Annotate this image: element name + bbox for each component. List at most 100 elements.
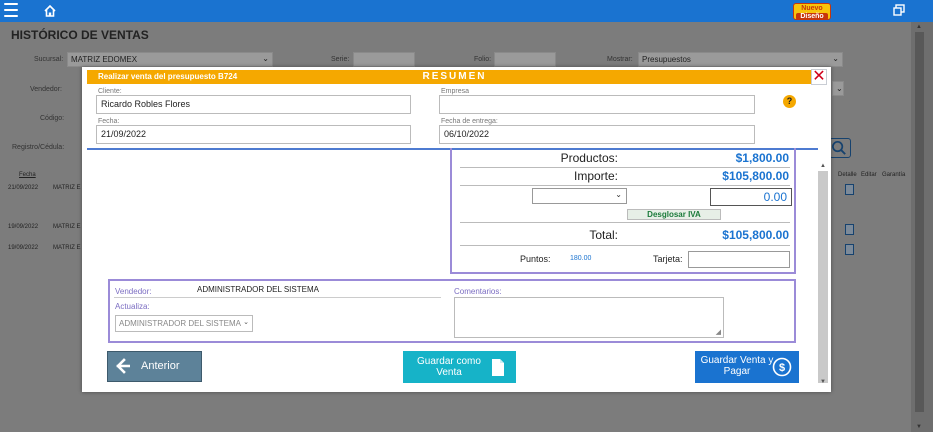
comentarios-label: Comentarios:	[454, 287, 502, 296]
arrow-left-icon	[116, 358, 130, 374]
empresa-label: Empresa	[441, 88, 470, 95]
column-header-garantia: Garantía	[882, 172, 906, 178]
productos-value: $1,800.00	[735, 151, 789, 165]
tarjeta-label: Tarjeta:	[653, 254, 683, 264]
column-header-editar: Editar	[861, 172, 877, 178]
divider	[460, 245, 790, 246]
chevron-down-icon: ⌄	[836, 84, 843, 93]
totals-panel: Productos: $1,800.00 Importe: $105,800.0…	[450, 148, 796, 274]
scrollbar-thumb[interactable]	[915, 32, 924, 412]
modal-header: RESUMEN Realizar venta del presupuesto B…	[87, 70, 822, 84]
divider	[460, 185, 790, 186]
total-value: $105,800.00	[722, 228, 789, 242]
home-icon[interactable]	[43, 4, 57, 18]
column-header-detalle: Detalle	[838, 172, 857, 178]
empresa-field[interactable]	[439, 95, 755, 114]
anterior-label: Anterior	[141, 360, 180, 372]
registro-label: Registro/Cédula:	[12, 144, 65, 151]
actualiza-label: Actualiza:	[115, 302, 150, 311]
productos-label: Productos:	[560, 151, 618, 165]
brand-logo-line2: Diseño	[796, 13, 828, 20]
fecha-label: Fecha:	[98, 118, 120, 125]
divider	[460, 167, 790, 168]
vendedor-select-edge[interactable]: ⌄	[832, 81, 844, 96]
actualiza-select[interactable]: ADMINISTRADOR DEL SISTEMA ⌄	[115, 315, 253, 332]
mostrar-label: Mostrar:	[607, 56, 633, 63]
modal-scrollbar[interactable]: ▲ ▼	[818, 163, 828, 385]
vendedor-value: ADMINISTRADOR DEL SISTEMA	[197, 285, 319, 294]
fecha-field[interactable]: 21/09/2022	[96, 125, 411, 144]
fecha-entrega-field[interactable]: 06/10/2022	[439, 125, 755, 144]
codigo-label: Código:	[40, 115, 65, 122]
dollar-coin-icon: $	[772, 357, 792, 377]
modal-subtitle: Realizar venta del presupuesto B724	[98, 72, 238, 81]
search-icon	[832, 140, 846, 155]
row-sucursal: MATRIZ E	[53, 245, 81, 251]
detail-icon[interactable]	[845, 244, 854, 255]
vendedor-label: Vendedor:	[115, 287, 152, 296]
page-title: HISTÓRICO DE VENTAS	[11, 28, 149, 42]
scroll-up-icon[interactable]: ▲	[916, 24, 922, 30]
row-fecha: 19/09/2022	[8, 245, 39, 251]
actualiza-value: ADMINISTRADOR DEL SISTEMA	[119, 319, 241, 328]
cliente-field[interactable]: Ricardo Robles Flores	[96, 95, 411, 114]
svg-text:$: $	[779, 362, 785, 374]
guardar-venta-button[interactable]: Guardar como Venta	[403, 351, 516, 383]
anterior-button[interactable]: Anterior	[107, 351, 202, 382]
desglosar-iva-label: Desglosar IVA	[647, 210, 701, 219]
detail-icon[interactable]	[845, 184, 854, 195]
total-label: Total:	[589, 228, 618, 242]
mostrar-value: Presupuestos	[642, 55, 691, 64]
scroll-down-icon[interactable]: ▼	[820, 379, 826, 385]
detail-icon[interactable]	[845, 224, 854, 235]
chevron-down-icon: ⌄	[262, 54, 269, 63]
guardar-pagar-button[interactable]: Guardar Venta y Pagar $	[695, 351, 799, 383]
vendedor-section: Vendedor: ADMINISTRADOR DEL SISTEMA Actu…	[108, 279, 796, 343]
row-sucursal: MATRIZ E	[53, 224, 81, 230]
serie-label: Serie:	[331, 56, 350, 63]
hamburger-menu-icon[interactable]	[4, 3, 18, 17]
chevron-down-icon: ⌄	[243, 319, 249, 326]
desglosar-iva-button[interactable]: Desglosar IVA	[627, 209, 721, 220]
vendedor-label: Vendedor:	[30, 86, 62, 93]
chevron-down-icon: ⌄	[615, 190, 622, 199]
resumen-modal: RESUMEN Realizar venta del presupuesto B…	[82, 67, 831, 392]
guardar-venta-label: Guardar como Venta	[417, 356, 481, 378]
column-header-fecha[interactable]: Fecha	[19, 172, 36, 178]
sucursal-select[interactable]: MATRIZ EDOMEX ⌄	[67, 52, 273, 67]
window-restore-icon[interactable]	[893, 4, 905, 16]
chevron-down-icon: ⌄	[832, 54, 839, 63]
scroll-up-icon[interactable]: ▲	[820, 163, 826, 169]
divider	[114, 297, 441, 298]
mostrar-select[interactable]: Presupuestos ⌄	[638, 52, 843, 67]
cliente-label: Cliente:	[98, 88, 122, 95]
brand-logo-line1: Nuevo	[801, 5, 823, 12]
scroll-down-icon[interactable]: ▼	[916, 424, 922, 430]
page-scrollbar[interactable]: ▲ ▼	[911, 22, 933, 432]
row-sucursal: MATRIZ E	[53, 185, 81, 191]
top-bar: Nuevo Diseño	[0, 0, 933, 22]
row-fecha: 21/09/2022	[8, 185, 39, 191]
descuento-select[interactable]: ⌄	[532, 188, 627, 204]
tarjeta-input[interactable]	[688, 251, 790, 268]
row-fecha: 19/09/2022	[8, 224, 39, 230]
folio-input[interactable]	[494, 52, 556, 67]
brand-logo: Nuevo Diseño	[793, 3, 831, 20]
folio-label: Folio:	[474, 56, 492, 63]
comentarios-textarea[interactable]: ◢	[454, 297, 724, 338]
importe-value: $105,800.00	[722, 169, 789, 183]
document-icon	[492, 359, 504, 376]
descuento-input[interactable]: 0.00	[710, 188, 792, 206]
serie-input[interactable]	[353, 52, 415, 67]
importe-label: Importe:	[573, 169, 618, 183]
close-button[interactable]: ✕	[811, 69, 827, 85]
divider	[460, 222, 790, 223]
search-button[interactable]	[829, 138, 851, 158]
sucursal-value: MATRIZ EDOMEX	[71, 55, 138, 64]
sucursal-label: Sucursal:	[34, 56, 64, 63]
puntos-value: 180.00	[570, 255, 592, 262]
help-icon[interactable]: ?	[783, 95, 796, 108]
resize-grip-icon[interactable]: ◢	[716, 328, 721, 336]
puntos-label: Puntos:	[520, 254, 551, 264]
guardar-pagar-label: Guardar Venta y Pagar	[700, 355, 774, 377]
